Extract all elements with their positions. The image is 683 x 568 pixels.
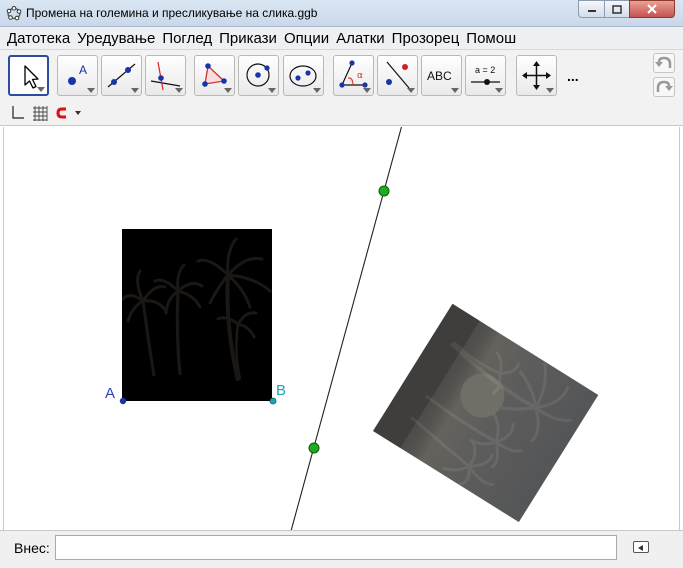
- conic-tool-button[interactable]: [283, 55, 324, 96]
- maximize-button[interactable]: [604, 0, 630, 18]
- input-label: Внес:: [14, 540, 50, 556]
- close-icon: [647, 4, 657, 14]
- original-palm-image[interactable]: [122, 229, 272, 401]
- point-capture-magnet-icon[interactable]: [55, 104, 73, 122]
- maximize-icon: [612, 4, 622, 14]
- menu-bar: Датотека Уредување Поглед Прикази Опции …: [0, 27, 683, 50]
- angle-tool-label: α: [357, 71, 363, 81]
- move-tool-button[interactable]: [8, 55, 49, 96]
- text-tool-label: ABC: [427, 69, 452, 83]
- perpendicular-tool-button[interactable]: [145, 55, 186, 96]
- graphics-view[interactable]: A B: [3, 127, 680, 530]
- capture-dropdown-icon[interactable]: [72, 104, 90, 122]
- point-b-label: B: [276, 382, 286, 399]
- algebra-input-field[interactable]: [55, 535, 617, 560]
- menu-perspectives[interactable]: Прикази: [216, 30, 281, 47]
- line-tool-button[interactable]: [101, 55, 142, 96]
- menu-file[interactable]: Датотека: [4, 30, 74, 47]
- redo-icon: [656, 80, 673, 92]
- dropdown-triangle-icon: [37, 87, 45, 92]
- angle-tool-button[interactable]: α: [333, 55, 374, 96]
- point-tool-label: A: [79, 63, 87, 77]
- geogebra-app-icon: [6, 6, 22, 21]
- menu-options[interactable]: Опции: [281, 30, 333, 47]
- polygon-tool-button[interactable]: [194, 55, 235, 96]
- mirror-line-point-bottom[interactable]: [308, 442, 320, 454]
- minimize-icon: [587, 10, 596, 12]
- dropdown-triangle-icon: [175, 88, 183, 93]
- grid-toggle-icon[interactable]: [31, 104, 49, 122]
- menu-tools[interactable]: Алатки: [333, 30, 389, 47]
- dropdown-triangle-icon: [313, 88, 321, 93]
- style-bar: [0, 100, 683, 126]
- dropdown-triangle-icon: [268, 88, 276, 93]
- menu-window[interactable]: Прозорец: [389, 30, 464, 47]
- slider-tool-button[interactable]: a = 2: [465, 55, 506, 96]
- circle-tool-button[interactable]: [238, 55, 279, 96]
- point-a[interactable]: [119, 397, 127, 405]
- graphics-canvas[interactable]: A B: [4, 127, 680, 530]
- toolbar: A α ABC a = 2 ...: [0, 50, 683, 100]
- dropdown-triangle-icon: [546, 88, 554, 93]
- reflected-palm-image[interactable]: [372, 303, 599, 523]
- dropdown-triangle-icon: [87, 88, 95, 93]
- undo-icon: [655, 56, 672, 68]
- move-view-tool-button[interactable]: [516, 55, 557, 96]
- mirror-line-point-top[interactable]: [378, 185, 390, 197]
- menu-edit[interactable]: Уредување: [74, 30, 159, 47]
- more-tools-button[interactable]: ...: [567, 68, 579, 84]
- minimize-button[interactable]: [578, 0, 605, 18]
- title-bar: Промена на големина и пресликување на сл…: [0, 0, 683, 27]
- axes-toggle-icon[interactable]: [8, 104, 26, 122]
- window-title: Промена на големина и пресликување на сл…: [26, 6, 318, 20]
- dropdown-triangle-icon: [495, 88, 503, 93]
- menu-help[interactable]: Помош: [463, 30, 520, 47]
- menu-view[interactable]: Поглед: [159, 30, 216, 47]
- dropdown-triangle-icon: [451, 88, 459, 93]
- text-tool-button[interactable]: ABC: [421, 55, 462, 96]
- dropdown-triangle-icon: [131, 88, 139, 93]
- slider-tool-label: a = 2: [475, 65, 495, 75]
- close-button[interactable]: [629, 0, 675, 18]
- input-help-button[interactable]: [633, 541, 649, 553]
- point-a-label: A: [105, 385, 115, 402]
- point-tool-button[interactable]: A: [57, 55, 98, 96]
- triangle-left-icon: [638, 545, 643, 551]
- undo-button[interactable]: [653, 53, 675, 73]
- dropdown-triangle-icon: [224, 88, 232, 93]
- input-bar: Внес:: [0, 530, 683, 568]
- dropdown-triangle-icon: [407, 88, 415, 93]
- reflect-tool-button[interactable]: [377, 55, 418, 96]
- redo-button[interactable]: [653, 77, 675, 97]
- dropdown-triangle-icon: [363, 88, 371, 93]
